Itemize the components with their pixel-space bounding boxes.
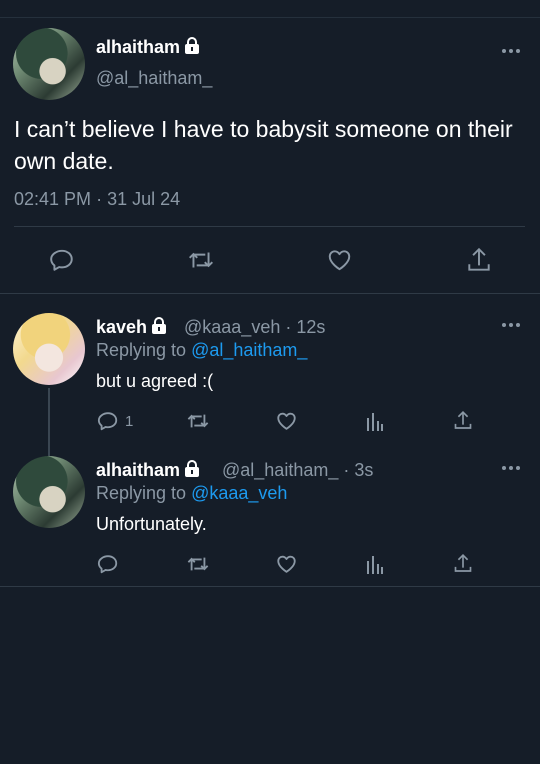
more-options-icon[interactable] xyxy=(502,465,520,471)
reply-meta: @al_haitham_ · 3s xyxy=(222,460,373,481)
display-name-text: alhaitham xyxy=(96,460,181,480)
thread-connector-line xyxy=(48,388,50,456)
replying-to: Replying to @al_haitham_ xyxy=(96,340,307,361)
main-tweet-divider xyxy=(14,226,525,227)
like-icon[interactable] xyxy=(275,553,298,575)
lock-icon xyxy=(184,37,200,59)
retweet-icon[interactable] xyxy=(186,553,210,575)
tweet-timestamp[interactable]: 02:41 PM · 31 Jul 24 xyxy=(14,189,180,210)
share-icon[interactable] xyxy=(466,246,492,274)
handle[interactable]: @al_haitham_ xyxy=(222,460,338,480)
tweet-time: 02:41 PM xyxy=(14,189,92,209)
more-options-icon[interactable] xyxy=(502,48,520,54)
reply-icon[interactable] xyxy=(49,247,75,273)
reply-meta: @kaaa_veh · 12s xyxy=(184,317,325,338)
display-name[interactable]: alhaitham xyxy=(96,37,200,59)
thread-bottom-divider xyxy=(0,586,540,587)
like-icon[interactable] xyxy=(275,410,298,432)
reply-count: 1 xyxy=(125,412,134,430)
date-separator: · xyxy=(96,189,103,209)
reply-text: but u agreed :( xyxy=(96,371,214,391)
like-icon[interactable] xyxy=(326,247,353,273)
meta-separator: · xyxy=(343,460,350,480)
retweet-icon[interactable] xyxy=(187,247,215,273)
top-divider xyxy=(0,17,540,18)
retweet-icon[interactable] xyxy=(186,410,210,432)
display-name[interactable]: alhaitham xyxy=(96,460,200,482)
tweet-text: I can’t believe I have to babysit someon… xyxy=(14,116,513,174)
replying-to-mention[interactable]: @al_haitham_ xyxy=(191,340,307,360)
avatar[interactable] xyxy=(13,28,85,100)
meta-separator: · xyxy=(285,317,292,337)
display-name-text: alhaitham xyxy=(96,37,181,57)
replying-prefix: Replying to xyxy=(96,483,187,503)
handle[interactable]: @kaaa_veh xyxy=(184,317,280,337)
tweet-date: 31 Jul 24 xyxy=(107,189,181,209)
analytics-icon[interactable] xyxy=(366,410,384,432)
avatar[interactable] xyxy=(13,456,85,528)
action-bar-divider xyxy=(0,293,540,294)
analytics-icon[interactable] xyxy=(366,553,384,575)
reply-text: Unfortunately. xyxy=(96,514,207,534)
avatar[interactable] xyxy=(13,313,85,385)
reply-icon[interactable]: 1 xyxy=(97,410,133,432)
more-options-icon[interactable] xyxy=(502,322,520,328)
replying-to-mention[interactable]: @kaaa_veh xyxy=(191,483,287,503)
share-icon[interactable] xyxy=(453,409,473,432)
replying-to: Replying to @kaaa_veh xyxy=(96,483,287,504)
handle[interactable]: @al_haitham_ xyxy=(96,68,212,89)
display-name[interactable]: kaveh xyxy=(96,317,167,339)
lock-icon xyxy=(184,460,200,482)
replying-prefix: Replying to xyxy=(96,340,187,360)
reply-age[interactable]: 12s xyxy=(296,317,325,337)
reply-icon[interactable] xyxy=(97,553,119,575)
lock-icon xyxy=(151,317,167,339)
share-icon[interactable] xyxy=(453,552,473,575)
reply-age[interactable]: 3s xyxy=(354,460,373,480)
display-name-text: kaveh xyxy=(96,317,148,337)
